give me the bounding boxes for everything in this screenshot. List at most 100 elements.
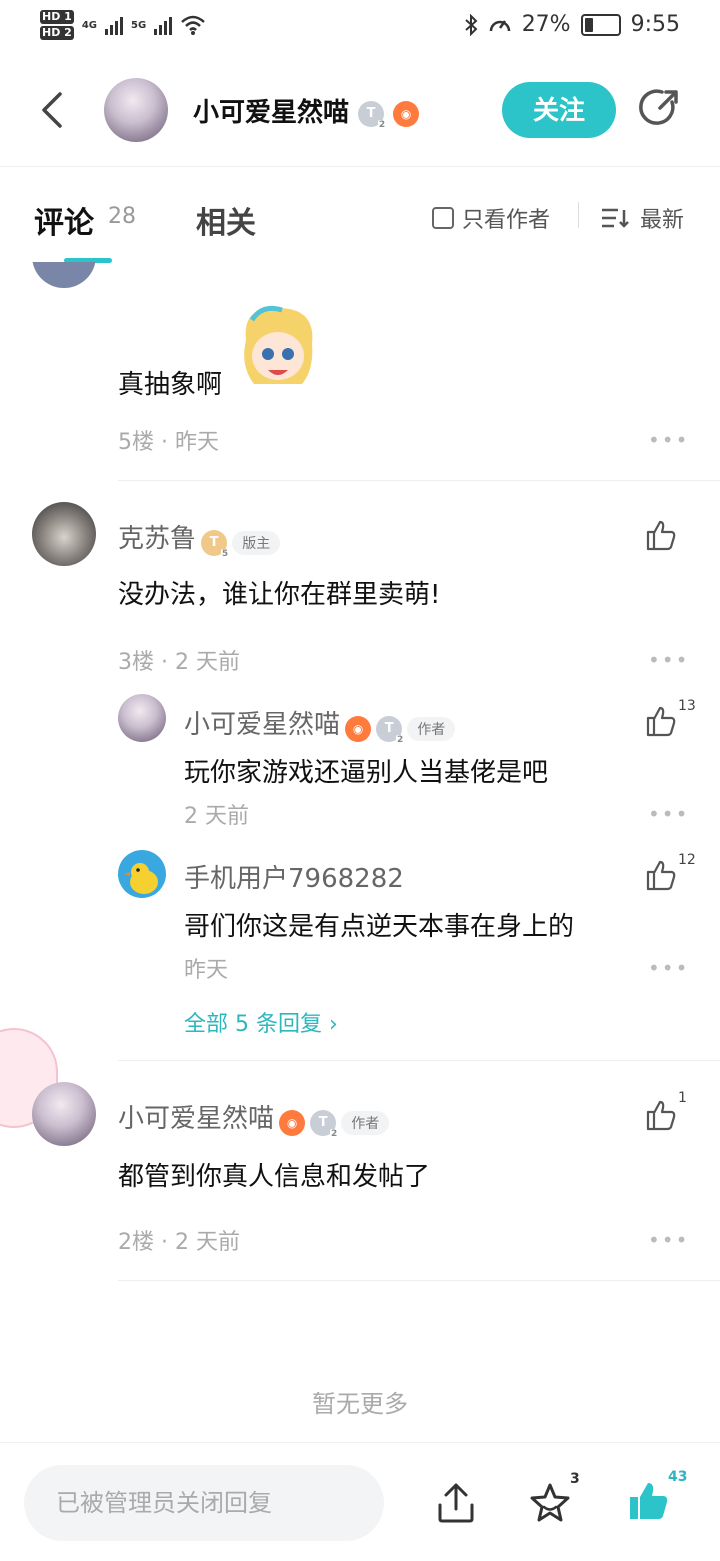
reply-content: 玩你家游戏还逼别人当基佬是吧: [184, 758, 549, 788]
share-upload-icon[interactable]: [434, 1481, 478, 1525]
level-number: 2: [329, 1128, 339, 1140]
comments-count: 28: [108, 204, 136, 229]
comment-tabs: 评论 28 相关 只看作者 最新: [0, 166, 720, 263]
status-bar: HD 1 HD 2 4G 5G 27% 9:55: [0, 0, 720, 56]
partial-avatar[interactable]: [32, 262, 96, 288]
chevron-right-icon: ›: [328, 1012, 338, 1037]
level-badge-icon: T2: [310, 1109, 339, 1140]
net2-label: 5G: [131, 19, 147, 31]
floor-label: 2楼: [118, 1230, 154, 1255]
floor-label: 3楼: [118, 650, 154, 675]
sort-label: 最新: [640, 208, 685, 233]
reply-avatar[interactable]: [118, 850, 166, 898]
more-options-icon[interactable]: •••: [648, 648, 689, 672]
game-badge-icon: ◉: [345, 715, 372, 742]
level-letter: T: [366, 105, 376, 121]
favorite-count: 3: [570, 1471, 580, 1487]
like-icon[interactable]: [644, 858, 678, 892]
level-letter: T: [318, 1114, 328, 1130]
level-number: 2: [377, 119, 387, 131]
comment-divider: [118, 480, 720, 481]
game-badge-icon: ◉: [279, 1109, 306, 1136]
level-badge-icon: T2: [376, 715, 405, 746]
comment-content: 没办法，谁让你在群里卖萌!: [118, 580, 441, 610]
reply-name-row: 手机用户7968282: [184, 858, 404, 895]
reply-avatar[interactable]: [118, 694, 166, 742]
like-icon[interactable]: [644, 704, 678, 738]
system-indicators: 27% 9:55: [464, 12, 680, 37]
more-options-icon[interactable]: •••: [648, 956, 689, 980]
author-name[interactable]: 小可爱星然喵 T2 ◉: [193, 92, 420, 131]
sort-icon: [602, 208, 629, 228]
level-letter: T: [209, 534, 219, 550]
signal-icon-2: [154, 15, 173, 35]
post-header: 小可爱星然喵 T2 ◉ 关注: [0, 56, 720, 167]
share-icon[interactable]: [638, 86, 682, 130]
comment-divider: [118, 1280, 720, 1281]
commenter-name-row: 小可爱星然喵 ◉ T2 作者: [118, 1098, 390, 1140]
reply-name[interactable]: 小可爱星然喵: [184, 710, 340, 740]
comment-meta: 5楼 · 昨天: [118, 424, 219, 456]
network-indicators: HD 1 HD 2 4G 5G: [40, 8, 206, 42]
signal-icon: [105, 15, 123, 35]
floor-label: 5楼: [118, 430, 154, 455]
follow-button[interactable]: 关注: [502, 82, 616, 138]
like-filled-icon[interactable]: [626, 1479, 670, 1523]
like-count: 1: [678, 1090, 687, 1106]
checkbox-icon: [432, 207, 454, 229]
commenter-avatar[interactable]: [32, 1082, 96, 1146]
commenter-name-row: 克苏鲁 T5 版主: [118, 518, 281, 560]
chibi-sticker-icon: [244, 305, 313, 384]
tab-comments[interactable]: 评论: [34, 198, 94, 242]
more-options-icon[interactable]: •••: [648, 428, 689, 452]
author-tag: 作者: [407, 716, 456, 741]
game-badge-icon: ◉: [393, 100, 420, 127]
reply-input[interactable]: 已被管理员关闭回复: [24, 1465, 384, 1541]
time-label: 2 天前: [175, 1230, 240, 1255]
like-icon[interactable]: [644, 518, 678, 552]
comment-divider: [118, 1060, 720, 1061]
time-label: 2 天前: [175, 650, 240, 675]
author-avatar[interactable]: [104, 78, 168, 142]
commenter-name[interactable]: 克苏鲁: [118, 524, 196, 554]
speedometer-icon: [489, 19, 510, 31]
author-only-toggle[interactable]: 只看作者: [432, 202, 550, 234]
level-number: 5: [220, 548, 230, 560]
reply-name[interactable]: 手机用户7968282: [184, 864, 404, 894]
divider: [578, 202, 579, 228]
level-badge-icon: T2: [358, 100, 387, 131]
like-total-count: 43: [668, 1469, 688, 1485]
reply-name-row: 小可爱星然喵 ◉ T2 作者: [184, 704, 456, 746]
author-name-text: 小可爱星然喵: [193, 98, 350, 128]
comment-meta: 3楼 · 2 天前: [118, 644, 240, 676]
view-all-replies-link[interactable]: 全部 5 条回复 ›: [184, 1006, 338, 1038]
comment-content: 都管到你真人信息和发帖了: [118, 1162, 431, 1192]
tab-related[interactable]: 相关: [196, 198, 256, 242]
clock: 9:55: [630, 12, 680, 37]
like-icon[interactable]: [644, 1098, 678, 1132]
sticker-image: [232, 300, 324, 396]
no-more-label: 暂无更多: [312, 1390, 408, 1418]
commenter-avatar[interactable]: [32, 502, 96, 566]
like-count: 13: [678, 698, 696, 714]
moderator-tag: 版主: [232, 530, 281, 555]
battery-percent: 27%: [521, 12, 571, 37]
reply-time: 2 天前: [184, 804, 249, 829]
time-label: 昨天: [175, 430, 220, 455]
back-arrow-icon[interactable]: [38, 90, 68, 130]
comment-meta: 2楼 · 2 天前: [118, 1224, 240, 1256]
more-options-icon[interactable]: •••: [648, 1228, 689, 1252]
hd1-indicator: HD 1: [40, 10, 74, 24]
level-badge-icon: T5: [201, 529, 230, 560]
level-number: 2: [395, 734, 405, 746]
bottom-action-bar: 已被管理员关闭回复 3 43: [0, 1442, 720, 1561]
commenter-name[interactable]: 小可爱星然喵: [118, 1104, 274, 1134]
favorite-star-icon[interactable]: [528, 1481, 572, 1525]
level-letter: T: [384, 720, 394, 736]
reply-time: 昨天: [184, 958, 229, 983]
like-count: 12: [678, 852, 696, 868]
more-options-icon[interactable]: •••: [648, 802, 689, 826]
hd2-indicator: HD 2: [40, 26, 74, 40]
sort-toggle[interactable]: 最新: [600, 202, 684, 234]
reply-content: 哥们你这是有点逆天本事在身上的: [184, 912, 575, 942]
